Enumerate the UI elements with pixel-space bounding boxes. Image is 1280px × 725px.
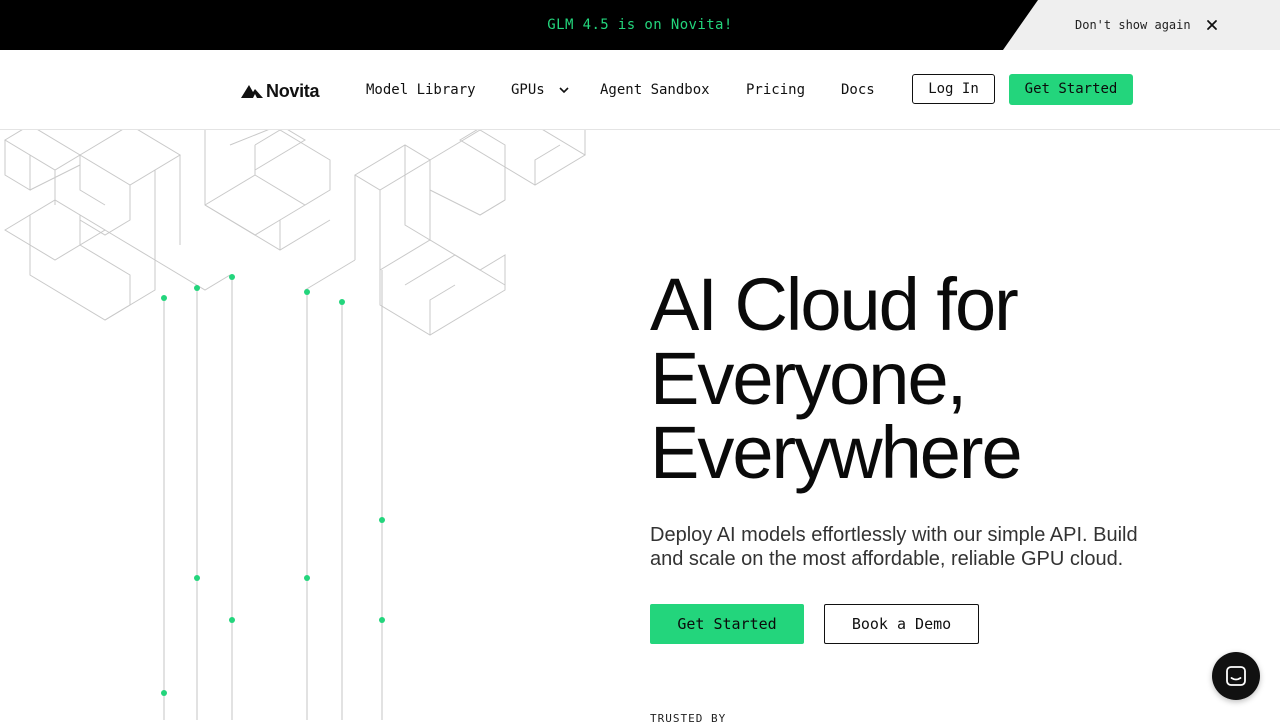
log-in-button[interactable]: Log In (912, 74, 995, 104)
hero-title: AI Cloud for Everyone, Everywhere (650, 268, 1210, 490)
hero-title-line: Everyone, (650, 337, 967, 420)
hero-get-started-button[interactable]: Get Started (650, 604, 804, 644)
logo-text: Novita (266, 80, 320, 101)
nav-item-label: Pricing (746, 82, 806, 98)
trusted-by-label: TRUSTED BY (650, 712, 727, 725)
chat-widget-button[interactable] (1212, 652, 1260, 700)
nav-item-docs[interactable]: Docs (841, 80, 875, 100)
top-nav: Novita Model Library GPUs Agent Sandbox … (0, 50, 1280, 130)
nav-item-label: GPUs (511, 82, 545, 98)
novita-logo[interactable]: Novita (240, 80, 320, 101)
nav-item-agent-sandbox[interactable]: Agent Sandbox (600, 80, 710, 100)
nav-item-pricing[interactable]: Pricing (746, 80, 805, 100)
isometric-circuit-illustration (4, 130, 586, 720)
close-icon[interactable] (1203, 16, 1221, 34)
nav-get-started-button[interactable]: Get Started (1009, 74, 1133, 105)
book-demo-button[interactable]: Book a Demo (824, 604, 979, 644)
dont-show-again-button[interactable]: Don't show again (1075, 0, 1191, 50)
chat-icon (1226, 666, 1246, 686)
nav-item-model-library[interactable]: Model Library (366, 80, 476, 100)
nav-item-label: Agent Sandbox (600, 82, 710, 98)
hero-title-line: AI Cloud for (650, 263, 1019, 346)
nav-item-gpus[interactable]: GPUs (511, 80, 569, 100)
nav-item-label: Model Library (366, 82, 476, 98)
hero-subtitle: Deploy AI models effortlessly with our s… (650, 524, 1138, 570)
announcement-banner: GLM 4.5 is on Novita! Don't show again (0, 0, 1280, 50)
novita-logo-icon (241, 85, 263, 98)
chevron-down-icon (559, 80, 569, 100)
nav-item-label: Docs (841, 82, 875, 98)
hero-title-line: Everywhere (650, 411, 1023, 494)
